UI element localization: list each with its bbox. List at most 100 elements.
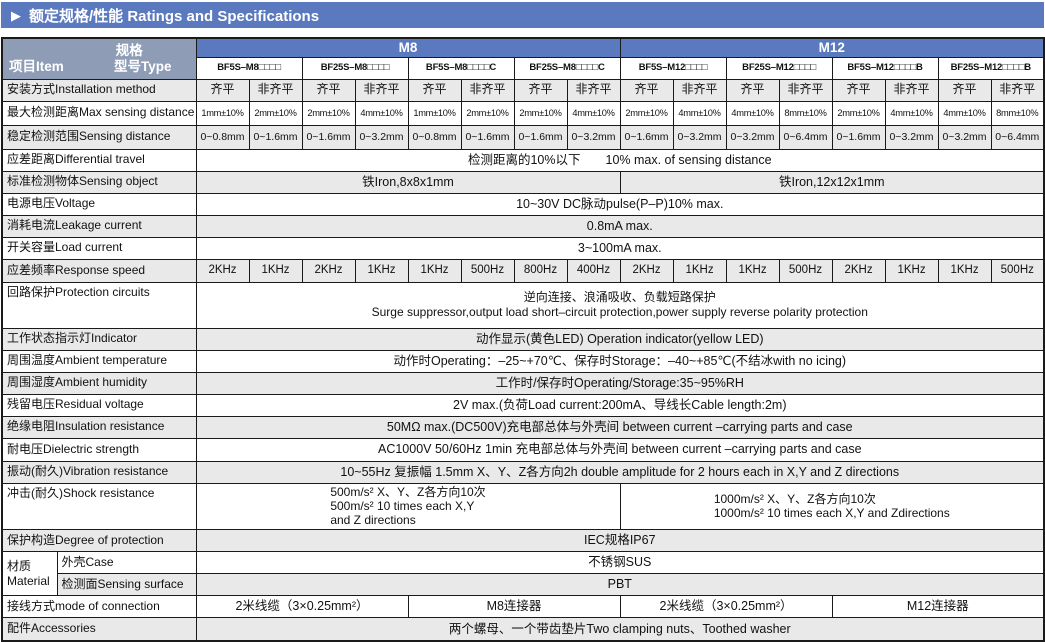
- sensing-range-cell: 0~1.6mm: [302, 125, 355, 149]
- row-label: 残留电压Residual voltage: [2, 394, 196, 416]
- row-shock: 冲击(耐久)Shock resistance 500m/s² X、Y、Z各方向1…: [2, 483, 1044, 530]
- row-label: 应差距离Differential travel: [2, 149, 196, 171]
- row-label: 配件Accessories: [2, 618, 196, 641]
- row-label: 绝缘电阻Insulation resistance: [2, 416, 196, 438]
- case-label: 外壳Case: [57, 552, 196, 574]
- arrow-icon: ▶: [11, 9, 21, 22]
- sensing-range-cell: 0~3.2mm: [938, 125, 991, 149]
- ip-value: IEC规格IP67: [196, 530, 1044, 552]
- load-value: 3~100mA max.: [196, 237, 1044, 259]
- vibration-value: 10~55Hz 复振幅 1.5mm X、Y、Z各方向2h double ampl…: [196, 461, 1044, 483]
- humidity-value: 工作时/保存时Operating/Storage:35~95%RH: [196, 372, 1044, 394]
- header-group-m8: M8: [196, 38, 620, 57]
- accessories-value: 两个螺母、一个带齿垫片Two clamping nuts、Toothed was…: [196, 618, 1044, 641]
- installation-cell: 齐平: [408, 79, 461, 101]
- installation-cell: 齐平: [832, 79, 885, 101]
- max-sensing-cell: 2mm±10%: [514, 101, 567, 125]
- row-sensing-object: 标准检测物体Sensing object 铁Iron,8x8x1mm 铁Iron…: [2, 171, 1044, 193]
- section-title-bar: ▶ 额定规格/性能 Ratings and Specifications: [1, 2, 1044, 28]
- model-name-cell: BF25S–M12□□□□: [726, 57, 832, 79]
- row-leakage: 消耗电流Leakage current 0.8mA max.: [2, 215, 1044, 237]
- max-sensing-cell: 2mm±10%: [832, 101, 885, 125]
- protection-value: 逆向连接、浪涌吸收、负载短路保护 Surge suppressor,output…: [196, 282, 1044, 328]
- row-label: 消耗电流Leakage current: [2, 215, 196, 237]
- shock-m8-line: and Z directions: [330, 513, 485, 527]
- row-label: 电源电压Voltage: [2, 193, 196, 215]
- sensing-range-cell: 0~0.8mm: [196, 125, 249, 149]
- header-spec-label: 规格: [9, 43, 190, 59]
- row-differential: 应差距离Differential travel 检测距离的10%以下 10% m…: [2, 149, 1044, 171]
- sensing-range-cell: 0~3.2mm: [673, 125, 726, 149]
- sensing-range-cell: 0~1.6mm: [620, 125, 673, 149]
- installation-cell: 非齐平: [885, 79, 938, 101]
- response-speed-cell: 1KHz: [885, 259, 938, 282]
- max-sensing-cell: 4mm±10%: [726, 101, 779, 125]
- row-label: 接线方式mode of connection: [2, 596, 196, 618]
- leakage-value: 0.8mA max.: [196, 215, 1044, 237]
- sensing-range-cell: 0~3.2mm: [355, 125, 408, 149]
- model-name-cell: BF5S–M12□□□□: [620, 57, 726, 79]
- model-name-cell: BF5S–M12□□□□B: [832, 57, 938, 79]
- installation-cell: 非齐平: [779, 79, 832, 101]
- model-name-cell: BF25S–M8□□□□: [302, 57, 408, 79]
- protection-line2: Surge suppressor,output load short–circu…: [199, 305, 1042, 320]
- indicator-value: 动作显示(黄色LED) Operation indicator(yellow L…: [196, 328, 1044, 350]
- residual-value: 2V max.(负荷Load current:200mA、导线长Cable le…: [196, 394, 1044, 416]
- row-accessories: 配件Accessories 两个螺母、一个带齿垫片Two clamping nu…: [2, 618, 1044, 641]
- row-dielectric: 耐电压Dielectric strength AC1000V 50/60Hz 1…: [2, 438, 1044, 461]
- row-label: 安装方式Installation method: [2, 79, 196, 101]
- row-load: 开关容量Load current 3~100mA max.: [2, 237, 1044, 259]
- row-ip: 保护构造Degree of protection IEC规格IP67: [2, 530, 1044, 552]
- sensing-range-cell: 0~6.4mm: [991, 125, 1044, 149]
- row-label: 标准检测物体Sensing object: [2, 171, 196, 193]
- response-speed-cell: 1KHz: [673, 259, 726, 282]
- material-group-label: 材质Material: [2, 552, 57, 596]
- installation-cell: 齐平: [938, 79, 991, 101]
- installation-cell: 齐平: [514, 79, 567, 101]
- model-name-cell: BF5S–M8□□□□C: [408, 57, 514, 79]
- section-title: 额定规格/性能 Ratings and Specifications: [29, 5, 319, 26]
- response-speed-cell: 1KHz: [408, 259, 461, 282]
- header-corner-cell: 规格 项目Item 型号Type: [2, 38, 196, 79]
- response-speed-cell: 500Hz: [779, 259, 832, 282]
- dielectric-value: AC1000V 50/60Hz 1min 充电部总体与外壳间 between c…: [196, 438, 1044, 461]
- max-sensing-cell: 8mm±10%: [991, 101, 1044, 125]
- sensing-range-cell: 0~1.6mm: [514, 125, 567, 149]
- row-vibration: 振动(耐久)Vibration resistance 10~55Hz 复振幅 1…: [2, 461, 1044, 483]
- case-value: 不锈钢SUS: [196, 552, 1044, 574]
- connection-cell: 2米线缆（3×0.25mm²）: [620, 596, 832, 618]
- row-connection: 接线方式mode of connection 2米线缆（3×0.25mm²）M8…: [2, 596, 1044, 618]
- row-label: 稳定检测范围Sensing distance: [2, 125, 196, 149]
- surface-label: 检测面Sensing surface: [57, 574, 196, 596]
- row-label: 保护构造Degree of protection: [2, 530, 196, 552]
- response-speed-cell: 1KHz: [249, 259, 302, 282]
- model-name-cell: BF5S–M8□□□□: [196, 57, 302, 79]
- sensing-range-cell: 0~1.6mm: [249, 125, 302, 149]
- sensing-range-cell: 0~6.4mm: [779, 125, 832, 149]
- row-protection: 回路保护Protection circuits 逆向连接、浪涌吸收、负载短路保护…: [2, 282, 1044, 328]
- max-sensing-cell: 8mm±10%: [779, 101, 832, 125]
- voltage-value: 10~30V DC脉动pulse(P–P)10% max.: [196, 193, 1044, 215]
- installation-cell: 非齐平: [249, 79, 302, 101]
- row-material-surface: 检测面Sensing surface PBT: [2, 574, 1044, 596]
- response-speed-cell: 500Hz: [461, 259, 514, 282]
- header-band-row: 规格 项目Item 型号Type M8 M12: [2, 38, 1044, 57]
- response-speed-cell: 800Hz: [514, 259, 567, 282]
- response-speed-cell: 1KHz: [355, 259, 408, 282]
- sensing-object-m12: 铁Iron,12x12x1mm: [620, 171, 1044, 193]
- response-speed-cell: 2KHz: [302, 259, 355, 282]
- installation-cell: 非齐平: [461, 79, 514, 101]
- installation-cell: 非齐平: [991, 79, 1044, 101]
- row-insulation: 绝缘电阻Insulation resistance 50MΩ max.(DC50…: [2, 416, 1044, 438]
- row-label: 周围温度Ambient temperature: [2, 350, 196, 372]
- sensing-range-cell: 0~0.8mm: [408, 125, 461, 149]
- insulation-value: 50MΩ max.(DC500V)充电部总体与外壳间 between curre…: [196, 416, 1044, 438]
- max-sensing-cell: 4mm±10%: [355, 101, 408, 125]
- row-label: 振动(耐久)Vibration resistance: [2, 461, 196, 483]
- sensing-range-cell: 0~1.6mm: [461, 125, 514, 149]
- sensing-range-cell: 0~3.2mm: [726, 125, 779, 149]
- row-indicator: 工作状态指示灯Indicator 动作显示(黄色LED) Operation i…: [2, 328, 1044, 350]
- installation-cell: 齐平: [196, 79, 249, 101]
- protection-line1: 逆向连接、浪涌吸收、负载短路保护: [199, 290, 1042, 305]
- max-sensing-cell: 1mm±10%: [408, 101, 461, 125]
